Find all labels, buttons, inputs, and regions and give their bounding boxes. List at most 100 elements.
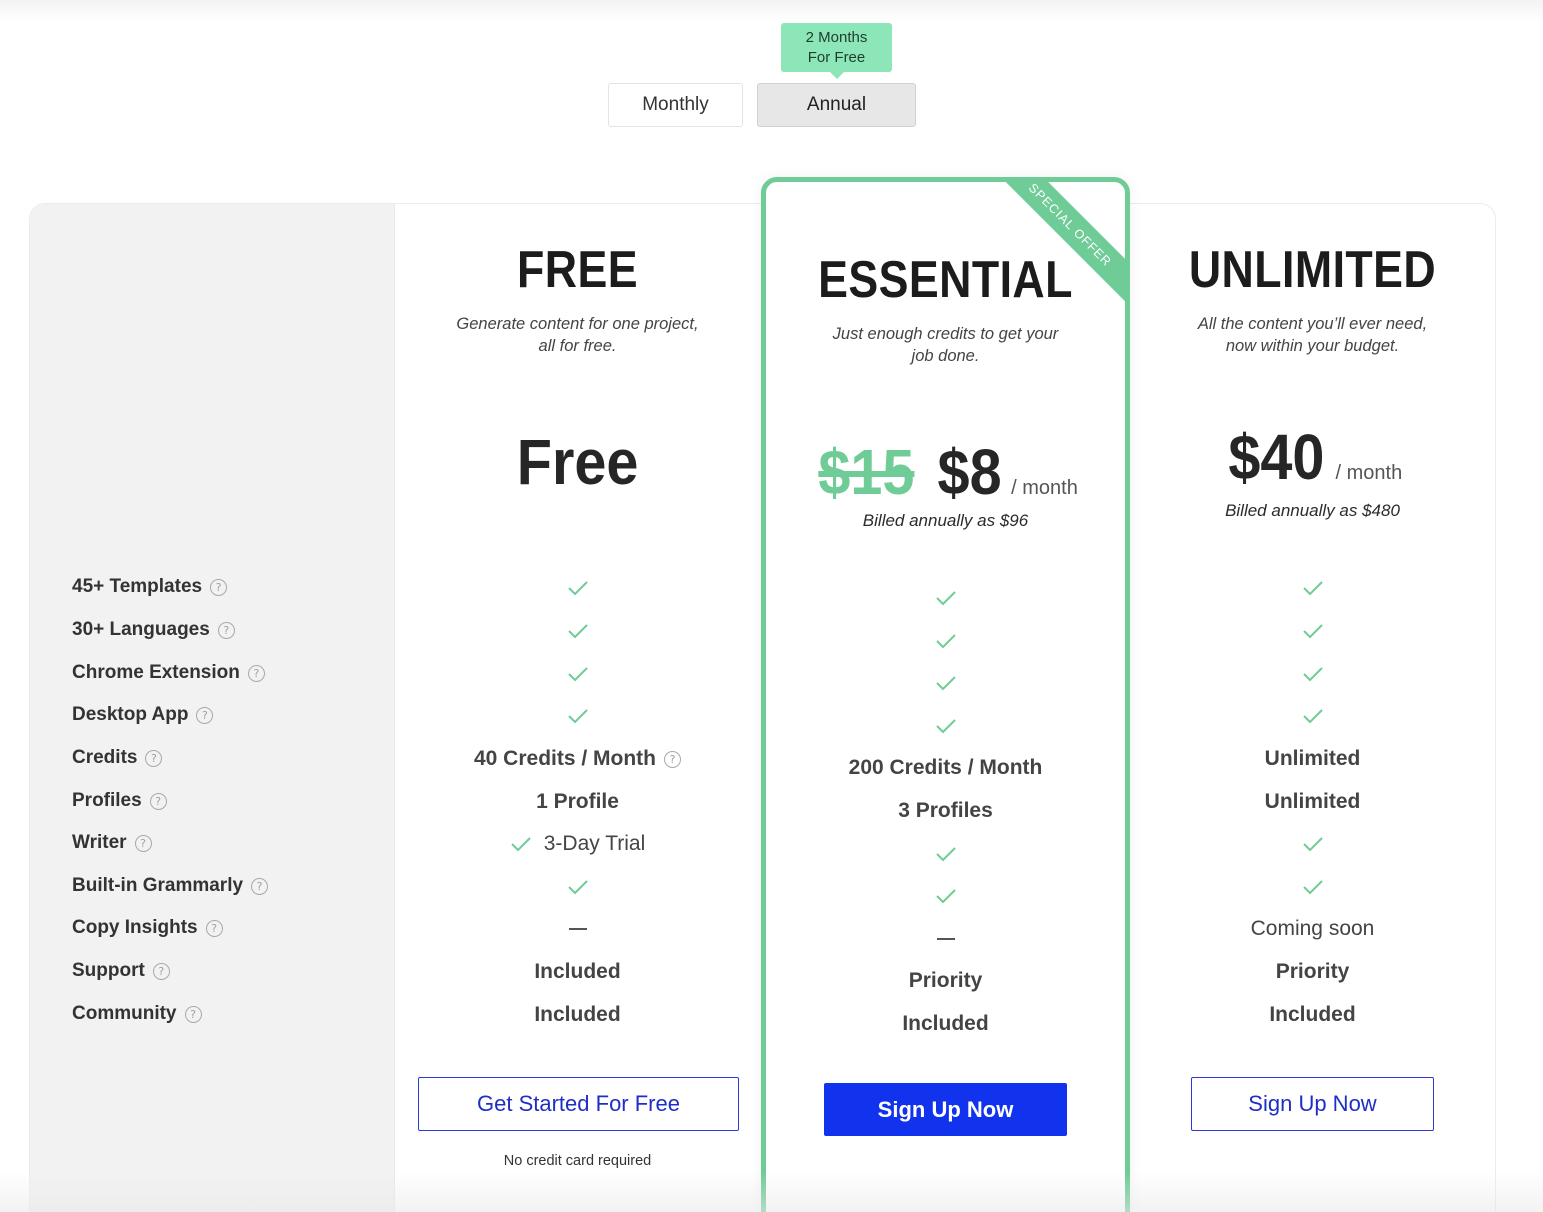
help-circle-icon[interactable]: ? bbox=[210, 578, 228, 596]
check-cell bbox=[1130, 573, 1495, 603]
community-cell: Included bbox=[1269, 1003, 1356, 1026]
check-icon bbox=[1302, 709, 1323, 724]
plan-description-line: Generate content for one project, bbox=[456, 315, 699, 333]
dash-cell bbox=[766, 924, 1125, 954]
check-cell bbox=[395, 872, 760, 902]
price-row: Free bbox=[395, 425, 760, 499]
help-circle-icon[interactable]: ? bbox=[205, 919, 223, 937]
plan-description-line: now within your budget. bbox=[1225, 337, 1400, 355]
plan-description-line: all for free. bbox=[538, 337, 617, 355]
community-cell: Included bbox=[534, 1003, 621, 1026]
check-icon bbox=[567, 709, 588, 724]
dash-cell bbox=[395, 914, 760, 944]
help-circle-icon[interactable]: ? bbox=[149, 792, 167, 810]
help-circle-icon[interactable]: ? bbox=[152, 962, 170, 980]
check-cell bbox=[766, 583, 1125, 613]
check-cell bbox=[1130, 829, 1495, 859]
check-cell bbox=[395, 616, 760, 646]
check-icon bbox=[1302, 581, 1323, 596]
help-circle-icon[interactable]: ? bbox=[196, 706, 214, 724]
check-icon bbox=[567, 581, 588, 596]
feature-label-languages: 30+ Languages? bbox=[72, 618, 235, 642]
check-icon bbox=[935, 719, 956, 734]
help-circle-icon[interactable]: ? bbox=[251, 877, 269, 895]
profiles-cell: 3 Profiles bbox=[898, 799, 993, 822]
feature-label-text: 45+ Templates bbox=[72, 576, 203, 597]
plan-unlimited: UNLIMITED All the content you’ll ever ne… bbox=[1130, 0, 1495, 1212]
billed-annually: Billed annually as $96 bbox=[862, 511, 1029, 530]
feature-label-text: Chrome Extension bbox=[72, 662, 240, 683]
check-icon bbox=[567, 880, 588, 895]
plan-name: UNLIMITED bbox=[1188, 241, 1437, 299]
price-period: / month bbox=[1011, 477, 1078, 499]
plan-description: Generate content for one project, all fo… bbox=[395, 313, 760, 357]
price-row: $15 $8 / month bbox=[766, 435, 1125, 509]
plan-description-line: All the content you’ll ever need, bbox=[1197, 315, 1428, 333]
no-credit-card-note: No credit card required bbox=[503, 1153, 652, 1169]
feature-label-grammarly: Built-in Grammarly? bbox=[72, 874, 269, 898]
feature-label-text: Copy Insights bbox=[72, 917, 198, 938]
plan-description-line: job done. bbox=[911, 347, 980, 365]
check-cell bbox=[766, 711, 1125, 741]
help-circle-icon[interactable]: ? bbox=[217, 621, 235, 639]
feature-label-templates: 45+ Templates? bbox=[72, 575, 228, 599]
check-icon bbox=[935, 847, 956, 862]
profiles-cell: Unlimited bbox=[1264, 790, 1361, 813]
check-cell bbox=[1130, 616, 1495, 646]
essential-sign-up-button[interactable]: Sign Up Now bbox=[824, 1083, 1067, 1136]
feature-label-text: Community bbox=[72, 1003, 177, 1024]
credits-cell: Unlimited bbox=[1264, 747, 1361, 770]
help-circle-icon[interactable]: ? bbox=[184, 1005, 202, 1023]
feature-label-text: 30+ Languages bbox=[72, 619, 210, 640]
annual-toggle-button[interactable]: Annual bbox=[757, 83, 916, 127]
unlimited-sign-up-button[interactable]: Sign Up Now bbox=[1191, 1077, 1434, 1131]
feature-label-text: Writer bbox=[72, 832, 127, 853]
check-icon bbox=[935, 676, 956, 691]
plan-name: ESSENTIAL bbox=[818, 251, 1073, 309]
credits-cell: 40 Credits / Month? bbox=[395, 744, 760, 774]
feature-label-support: Support? bbox=[72, 959, 170, 983]
price-amount: $8 bbox=[937, 436, 1002, 508]
check-icon bbox=[935, 889, 956, 904]
help-circle-icon[interactable]: ? bbox=[134, 834, 152, 852]
feature-label-credits: Credits? bbox=[72, 746, 163, 770]
price-amount: $40 bbox=[1228, 421, 1325, 493]
price-period: / month bbox=[1335, 462, 1403, 484]
promo-tag: 2 Months For Free bbox=[781, 23, 892, 79]
help-circle-icon[interactable]: ? bbox=[145, 749, 163, 767]
check-cell bbox=[766, 881, 1125, 911]
plan-description: Just enough credits to get your job done… bbox=[766, 323, 1125, 367]
help-circle-icon[interactable]: ? bbox=[664, 750, 682, 768]
check-cell bbox=[766, 668, 1125, 698]
check-icon bbox=[567, 624, 588, 639]
feature-label-text: Desktop App bbox=[72, 704, 189, 725]
feature-label-community: Community? bbox=[72, 1002, 202, 1026]
community-cell: Included bbox=[902, 1012, 989, 1035]
get-started-free-button[interactable]: Get Started For Free bbox=[418, 1077, 739, 1131]
support-cell: Priority bbox=[1275, 960, 1350, 983]
credits-cell: 200 Credits / Month bbox=[848, 756, 1043, 779]
feature-label-chrome-extension: Chrome Extension? bbox=[72, 661, 265, 685]
plan-name: FREE bbox=[517, 241, 638, 299]
check-cell bbox=[395, 573, 760, 603]
check-icon bbox=[1302, 880, 1323, 895]
dash-icon bbox=[568, 928, 587, 930]
check-cell bbox=[1130, 659, 1495, 689]
feature-label-writer: Writer? bbox=[72, 831, 152, 855]
check-icon bbox=[1302, 624, 1323, 639]
writer-value: 3-Day Trial bbox=[543, 832, 646, 855]
check-cell bbox=[766, 839, 1125, 869]
feature-label-text: Built-in Grammarly bbox=[72, 875, 244, 896]
plan-description: All the content you’ll ever need, now wi… bbox=[1130, 313, 1495, 357]
feature-label-profiles: Profiles? bbox=[72, 789, 167, 813]
check-cell bbox=[395, 659, 760, 689]
promo-line-1: 2 Months bbox=[805, 29, 868, 46]
copy-insights-cell: Coming soon bbox=[1250, 917, 1375, 940]
writer-cell: 3-Day Trial bbox=[395, 829, 760, 859]
plan-free: FREE Generate content for one project, a… bbox=[395, 0, 760, 1212]
check-icon bbox=[935, 634, 956, 649]
help-circle-icon[interactable]: ? bbox=[247, 664, 265, 682]
feature-label-desktop-app: Desktop App? bbox=[72, 703, 214, 727]
check-cell bbox=[395, 701, 760, 731]
check-cell bbox=[766, 626, 1125, 656]
